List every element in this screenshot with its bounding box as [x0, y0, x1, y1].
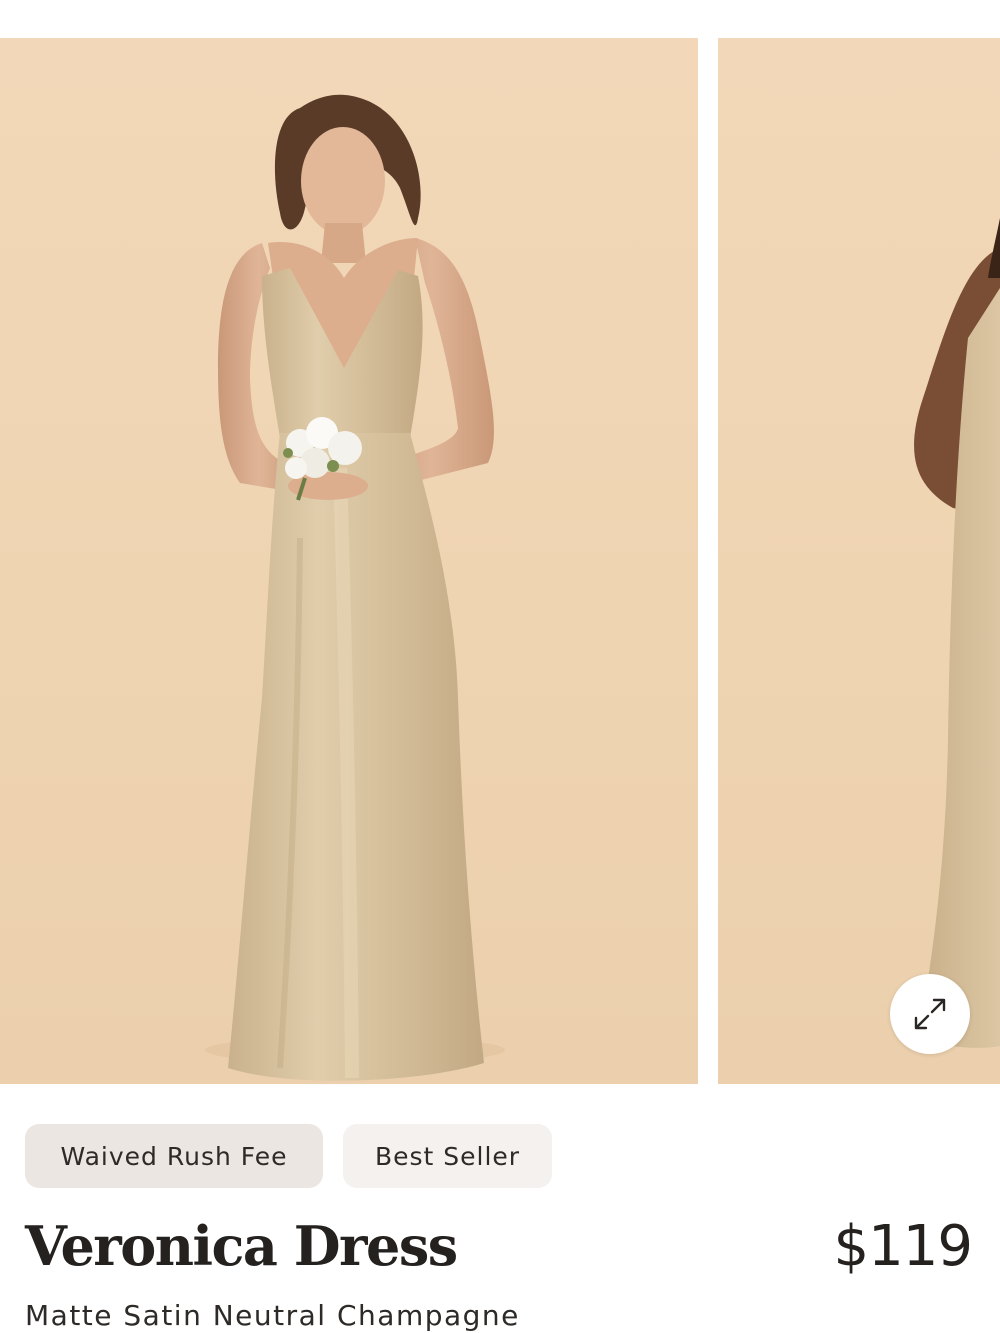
- product-title: Veronica Dress: [25, 1214, 458, 1278]
- product-variant: Matte Satin Neutral Champagne: [25, 1299, 520, 1332]
- model-illustration: [205, 94, 505, 1081]
- product-image-next[interactable]: [718, 38, 1000, 1084]
- expand-image-button[interactable]: [890, 974, 970, 1054]
- product-page: Waived Rush Fee Best Seller Veronica Dre…: [0, 0, 1000, 1333]
- product-price: $119: [833, 1214, 973, 1279]
- image-gallery[interactable]: [0, 38, 1000, 1084]
- expand-arrows-icon: [914, 998, 946, 1030]
- product-badges: Waived Rush Fee Best Seller: [25, 1124, 552, 1188]
- product-image-main[interactable]: [0, 38, 698, 1084]
- waived-rush-fee-badge: Waived Rush Fee: [25, 1124, 323, 1188]
- model-illustration-partial: [914, 218, 1000, 1048]
- best-seller-badge: Best Seller: [343, 1124, 552, 1188]
